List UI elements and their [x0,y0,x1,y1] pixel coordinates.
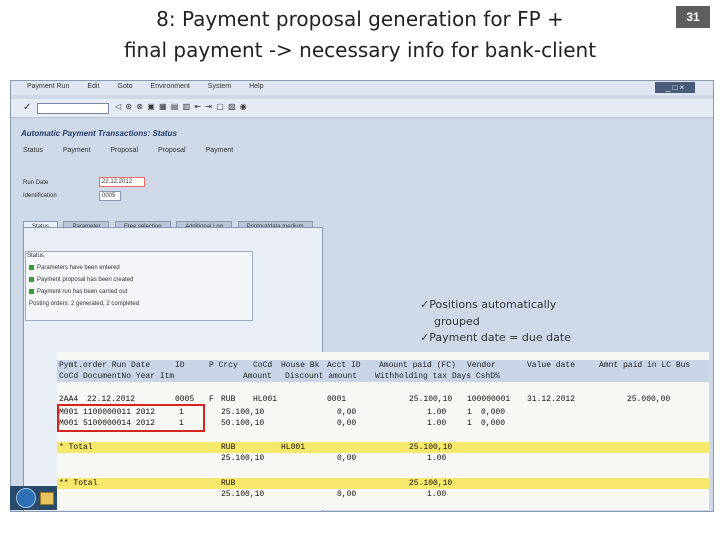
cell: 0,00 [337,454,357,463]
header-cell: CoCd [253,361,273,370]
cell: 1 [467,408,472,417]
menu-help[interactable]: Help [249,83,263,90]
cell: * Total [59,443,93,452]
status-text: Payment run has been carried out [37,289,128,296]
green-light-icon [29,289,34,294]
cell: 0,00 [337,408,357,417]
cell: 0,00 [337,419,357,428]
status-text: Parameters have been entered [37,265,120,272]
header-cell: Pymt.order Run Date [59,361,151,370]
cell: F [209,395,214,404]
cell: 25.100,10 [409,443,453,452]
identification-field[interactable]: 0005 [99,191,121,201]
slide-title-line1: 8: Payment proposal generation for FP + [156,7,564,31]
folder-icon[interactable] [40,492,54,505]
total-subrow[interactable]: 25.100,10 0,00 1.00 [57,453,709,464]
cell: 25.100,10 [221,408,265,417]
toolbar-icons[interactable]: ◁ ⊛ ⊗ ▣ ▦ ▤ ▥ ⇤ ⇥ ▢ ▨ ◉ [115,102,248,111]
header-cell: Amnt paid in LC Bus [599,361,691,370]
report-header-row: CoCd DocumentNo Year Itm Amount Discount… [57,371,709,382]
system-toolbar: ✓ ◁ ⊛ ⊗ ▣ ▦ ▤ ▥ ⇤ ⇥ ▢ ▨ ◉ [11,99,713,118]
green-light-icon [29,265,34,270]
start-icon[interactable] [16,488,36,508]
enter-icon[interactable]: ✓ [23,102,31,113]
status-button[interactable]: Status [23,147,43,154]
cell: 1.00 [427,408,447,417]
cell: 0,00 [337,490,357,499]
cell: 25.100,10 [221,490,265,499]
report-header-row: Pymt.order Run Date ID P Crcy CoCd House… [57,360,709,371]
screen-title: Automatic Payment Transactions: Status [21,129,177,138]
header-cell: P Crcy [209,361,238,370]
identification-label: Identification [23,193,57,199]
slide-title: 8: Payment proposal generation for FP + … [90,4,630,66]
slide-title-line2: final payment -> necessary info for bank… [123,38,597,62]
status-box [25,251,253,321]
highlight-box [57,404,205,432]
proposal-edit-button[interactable]: Proposal [158,147,186,154]
cell: 1.00 [427,454,447,463]
callout: ✓Positions automatically grouped ✓Paymen… [420,297,610,347]
menu-goto[interactable]: Goto [117,83,132,90]
header-cell: House Bk [281,361,320,370]
cell: RUB [221,479,236,488]
menu-environment[interactable]: Environment [151,83,190,90]
menu-edit[interactable]: Edit [87,83,99,90]
status-text: Payment proposal has been created [37,277,134,284]
menu-system[interactable]: System [208,83,231,90]
cell: HL001 [253,395,278,404]
cell: 25.100,10 [221,454,265,463]
total-row[interactable]: * Total RUB HL001 25.100,10 [57,442,709,453]
cell: ** Total [59,479,98,488]
header-cell: Acct ID [327,361,361,370]
total-subrow[interactable]: 25.100,10 0,00 1.00 [57,489,709,500]
tab-strip: Status Parameter Free selection Addition… [23,215,314,234]
green-light-icon [29,277,34,282]
run-date-label: Run Date [23,180,49,186]
status-line: Posting orders: 2 generated, 2 completed [29,301,139,307]
status-box-title: Status [27,253,45,259]
proposal-button[interactable]: Proposal [110,147,138,154]
cell: 0,000 [481,419,506,428]
header-cell: Withholding tax Days CshD% [375,372,500,381]
page-number: 31 [676,6,710,28]
run-date-field[interactable]: 22.12.2012 [99,177,145,187]
command-field[interactable] [37,103,109,114]
total-row[interactable]: ** Total RUB 25.100,10 [57,478,709,489]
header-cell: Value date [527,361,576,370]
cell: 1 [467,419,472,428]
cell: 25.100,10 [409,479,453,488]
header-cell: Discount amount [285,372,358,381]
callout-line: grouped [434,314,480,328]
status-line: Payment proposal has been created [29,277,133,283]
callout-line: ✓Positions automatically [420,298,557,311]
header-cell: CoCd DocumentNo Year Itm [59,372,175,381]
cell: 0,000 [481,408,506,417]
cell: RUB [221,443,236,452]
callout-line: ✓Payment date = due date [420,331,571,344]
application-toolbar: Status Payment Proposal Proposal Payment [23,147,251,159]
status-text: Posting orders: 2 generated, 2 completed [29,301,140,307]
cell: 100000001 [467,395,511,404]
cell: 1.00 [427,490,447,499]
cell: 25.000,00 [627,395,671,404]
cell: 0001 [327,395,347,404]
cell: 25.100,10 [409,395,453,404]
cell: 1.00 [427,419,447,428]
header-cell: Amount paid (FC) [379,361,456,370]
header-cell: Vendor [467,361,496,370]
window-controls[interactable]: _ □ × [655,82,695,93]
cell: 50.100,10 [221,419,265,428]
menu-payment-run[interactable]: Payment Run [27,83,69,90]
cell: HL001 [281,443,306,452]
payment-list-button[interactable]: Payment [206,147,234,154]
cell: 31.12.2012 [527,395,576,404]
header-cell: Amount [243,372,272,381]
status-line: Payment run has been carried out [29,289,127,295]
menu-bar: Payment Run Edit Goto Environment System… [11,83,263,95]
status-line: Parameters have been entered [29,265,120,271]
cell: RUB [221,395,236,404]
header-cell: ID [175,361,185,370]
payment-button[interactable]: Payment [63,147,91,154]
